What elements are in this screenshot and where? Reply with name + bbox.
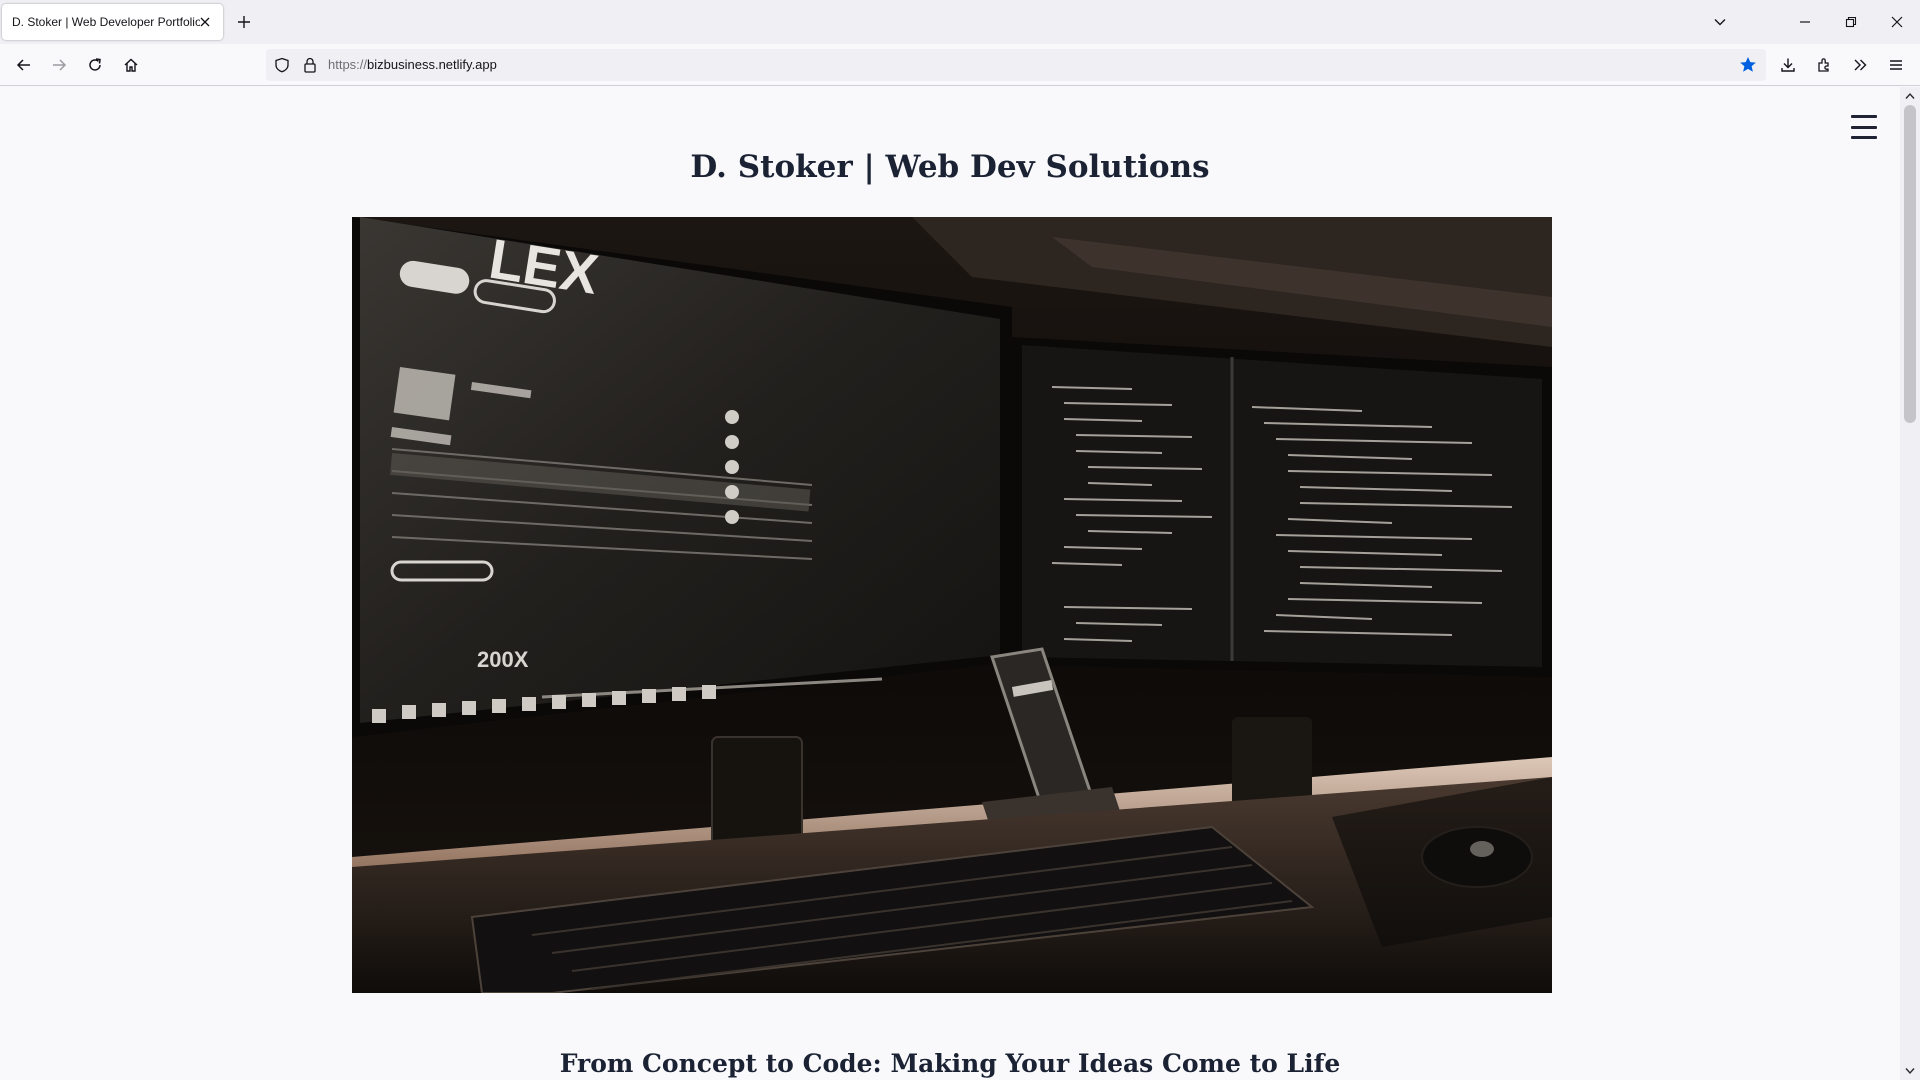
scroll-down-icon[interactable] <box>1904 1065 1916 1077</box>
url-host: bizbusiness.netlify.app <box>367 57 497 72</box>
url-scheme: https:// <box>328 57 368 72</box>
hero-image: LEX 200X <box>352 217 1552 993</box>
scrollbar-thumb[interactable] <box>1904 105 1916 423</box>
star-icon[interactable] <box>1739 56 1757 74</box>
chevron-down-icon[interactable] <box>1710 12 1730 32</box>
tab-title: D. Stoker | Web Developer Portfolio <box>12 15 200 29</box>
url-text[interactable]: https://bizbusiness.netlify.app <box>328 57 497 72</box>
menu-icon[interactable] <box>1884 53 1908 77</box>
extensions-icon[interactable] <box>1812 53 1836 77</box>
page-scrollbar[interactable] <box>1900 87 1920 1080</box>
back-icon[interactable] <box>12 53 36 77</box>
tab-active[interactable]: D. Stoker | Web Developer Portfolio <box>2 4 223 40</box>
window-close-icon[interactable] <box>1874 0 1920 44</box>
lock-icon[interactable] <box>302 57 318 73</box>
reload-icon[interactable] <box>83 53 107 77</box>
url-bar[interactable]: https://bizbusiness.netlify.app <box>266 49 1766 81</box>
close-icon[interactable] <box>197 14 213 30</box>
page-viewport: D. Stoker | Web Dev Solutions LEX 200X F… <box>0 87 1900 1080</box>
hero-screen-text-bottom: 200X <box>477 647 529 672</box>
overflow-icon[interactable] <box>1848 53 1872 77</box>
restore-icon[interactable] <box>1828 0 1874 44</box>
scroll-up-icon[interactable] <box>1904 90 1916 102</box>
plus-icon[interactable] <box>234 12 254 32</box>
minimize-icon[interactable] <box>1782 0 1828 44</box>
navigation-toolbar: https://bizbusiness.netlify.app <box>0 44 1920 86</box>
forward-icon[interactable] <box>47 53 71 77</box>
tab-strip: D. Stoker | Web Developer Portfolio <box>0 0 1920 44</box>
site-menu-icon[interactable] <box>1851 115 1877 139</box>
section-heading: From Concept to Code: Making Your Ideas … <box>559 1049 1341 1078</box>
home-icon[interactable] <box>119 53 143 77</box>
page-title: D. Stoker | Web Dev Solutions <box>690 149 1210 185</box>
shield-icon[interactable] <box>274 57 290 73</box>
download-icon[interactable] <box>1776 53 1800 77</box>
